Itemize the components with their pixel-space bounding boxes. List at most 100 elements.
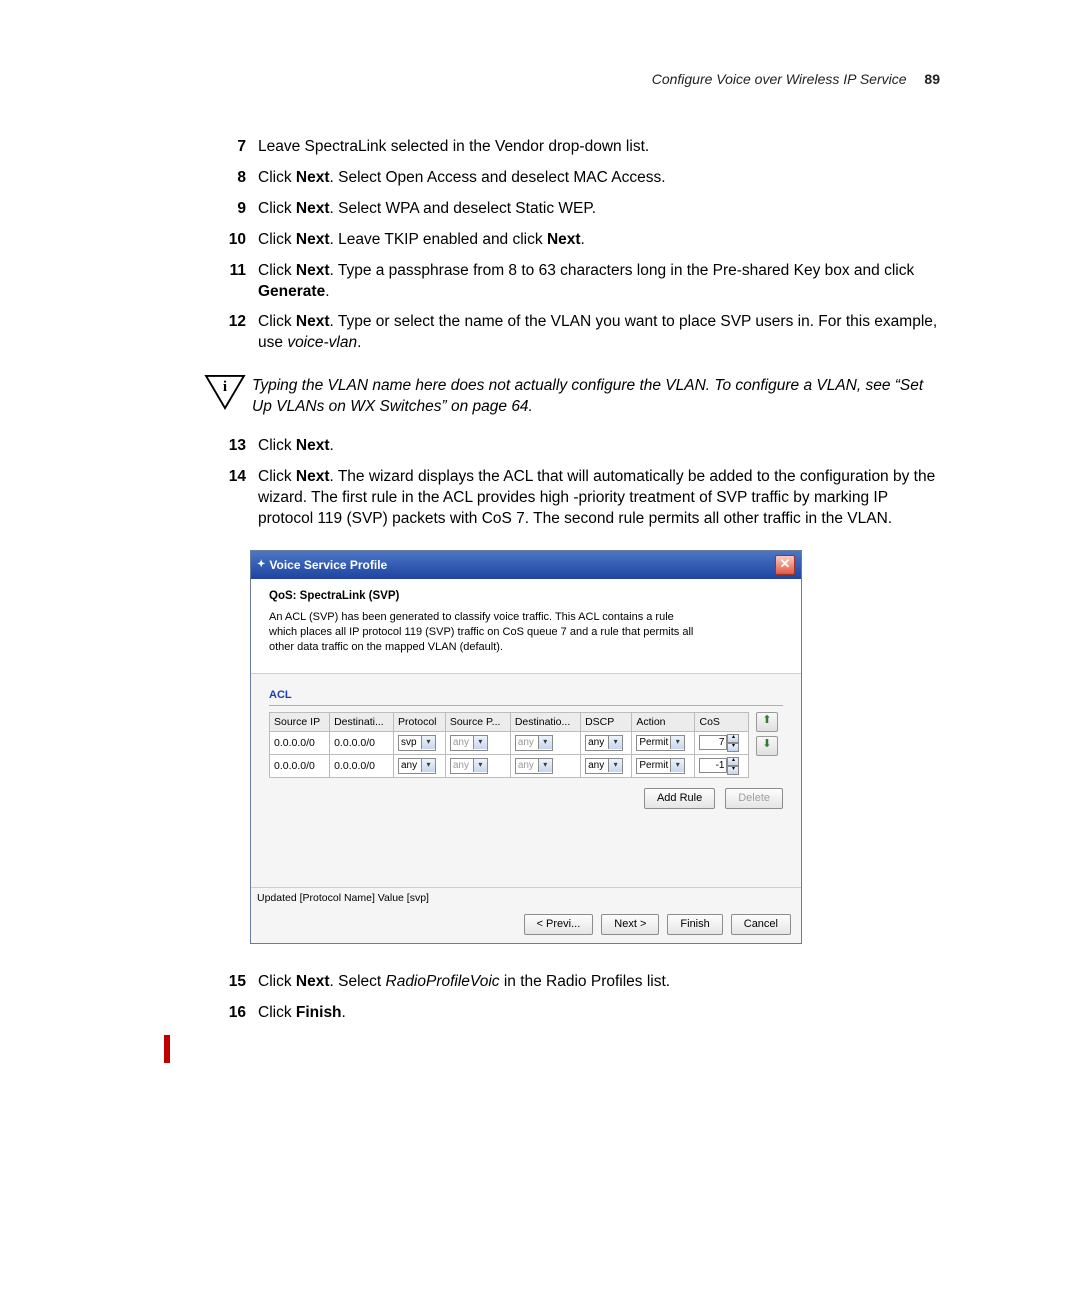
step-list-c: 15Click Next. Select RadioProfileVoic in… [180, 972, 940, 1024]
dst-ip-cell: 0.0.0.0/0 [330, 754, 394, 777]
note-text: Typing the VLAN name here does not actua… [252, 374, 940, 418]
combo-cell[interactable]: Permit▾ [636, 758, 685, 774]
header-title: Configure Voice over Wireless IP Service [652, 71, 907, 87]
step-number: 12 [180, 312, 258, 354]
cos-spinner[interactable]: 7▴▾ [699, 734, 739, 752]
chevron-down-icon[interactable]: ▾ [670, 736, 684, 749]
acl-column-header[interactable]: Destinatio... [510, 712, 580, 731]
step-number: 8 [180, 168, 258, 189]
acl-column-header[interactable]: Destinati... [330, 712, 394, 731]
chevron-down-icon[interactable]: ▾ [421, 736, 435, 749]
src-ip-cell: 0.0.0.0/0 [270, 754, 330, 777]
add-rule-button[interactable]: Add Rule [644, 788, 715, 809]
step-number: 10 [180, 230, 258, 251]
dialog-body: ACL Source IPDestinati...ProtocolSource … [251, 674, 801, 887]
src-port-cell[interactable]: any▾ [445, 754, 510, 777]
step-list-a: 7Leave SpectraLink selected in the Vendo… [180, 137, 940, 354]
chevron-down-icon[interactable]: ▾ [608, 736, 622, 749]
spin-down-icon[interactable]: ▾ [727, 766, 739, 775]
step-text: Click Next. [258, 436, 940, 457]
action-cell[interactable]: Permit▾ [632, 754, 695, 777]
chevron-down-icon[interactable]: ▾ [538, 736, 552, 749]
chevron-down-icon[interactable]: ▾ [473, 759, 487, 772]
acl-column-header[interactable]: Source P... [445, 712, 510, 731]
delete-button: Delete [725, 788, 783, 809]
step-list-b: 13Click Next.14Click Next. The wizard di… [180, 436, 940, 530]
combo-cell[interactable]: any▾ [585, 758, 623, 774]
action-cell[interactable]: Permit▾ [632, 731, 695, 754]
cos-cell[interactable]: -1▴▾ [695, 754, 749, 777]
step-number: 16 [180, 1003, 258, 1024]
step-text: Click Next. Select RadioProfileVoic in t… [258, 972, 940, 993]
combo-cell[interactable]: any▾ [398, 758, 436, 774]
chevron-down-icon[interactable]: ▾ [670, 759, 684, 772]
combo-cell[interactable]: Permit▾ [636, 735, 685, 751]
acl-column-header[interactable]: DSCP [581, 712, 632, 731]
step-row: 13Click Next. [180, 436, 940, 457]
previous-button[interactable]: < Previ... [524, 914, 594, 935]
dialog-titlebar[interactable]: ✦ Voice Service Profile ✕ [251, 551, 801, 579]
combo-cell[interactable]: svp▾ [398, 735, 436, 751]
src-port-cell[interactable]: any▾ [445, 731, 510, 754]
chevron-down-icon[interactable]: ▾ [473, 736, 487, 749]
step-text: Click Next. Select WPA and deselect Stat… [258, 199, 940, 220]
acl-column-header[interactable]: Protocol [394, 712, 446, 731]
move-down-button[interactable]: ⬇ [756, 736, 778, 756]
finish-button[interactable]: Finish [667, 914, 722, 935]
move-up-button[interactable]: ⬆ [756, 712, 778, 732]
combo-cell[interactable]: any▾ [515, 735, 553, 751]
dialog-footer: < Previ... Next > Finish Cancel [251, 908, 801, 943]
next-button[interactable]: Next > [601, 914, 659, 935]
step-text: Click Next. Leave TKIP enabled and click… [258, 230, 940, 251]
table-row[interactable]: 0.0.0.0/00.0.0.0/0any▾any▾any▾any▾Permit… [270, 754, 749, 777]
step-text: Click Next. Type a passphrase from 8 to … [258, 261, 940, 303]
dst-port-cell[interactable]: any▾ [510, 731, 580, 754]
combo-cell[interactable]: any▾ [585, 735, 623, 751]
dialog-title: Voice Service Profile [269, 557, 387, 573]
cos-cell[interactable]: 7▴▾ [695, 731, 749, 754]
step-row: 12Click Next. Type or select the name of… [180, 312, 940, 354]
combo-cell[interactable]: any▾ [450, 735, 488, 751]
chevron-down-icon[interactable]: ▾ [421, 759, 435, 772]
acl-column-header[interactable]: Action [632, 712, 695, 731]
info-icon: i [180, 374, 252, 418]
dst-port-cell[interactable]: any▾ [510, 754, 580, 777]
change-bar [164, 1035, 170, 1063]
step-text: Click Finish. [258, 1003, 940, 1024]
acl-section-header: ACL [269, 688, 783, 703]
spin-up-icon[interactable]: ▴ [727, 757, 739, 766]
cancel-button[interactable]: Cancel [731, 914, 791, 935]
close-icon[interactable]: ✕ [775, 555, 795, 575]
combo-cell[interactable]: any▾ [450, 758, 488, 774]
dscp-cell[interactable]: any▾ [581, 754, 632, 777]
protocol-cell[interactable]: any▾ [394, 754, 446, 777]
step-number: 15 [180, 972, 258, 993]
step-row: 9Click Next. Select WPA and deselect Sta… [180, 199, 940, 220]
step-text: Click Next. The wizard displays the ACL … [258, 467, 940, 530]
spin-up-icon[interactable]: ▴ [727, 734, 739, 743]
step-number: 11 [180, 261, 258, 303]
status-bar: Updated [Protocol Name] Value [svp] [251, 887, 801, 908]
note-row: i Typing the VLAN name here does not act… [180, 374, 940, 418]
src-ip-cell: 0.0.0.0/0 [270, 731, 330, 754]
dscp-cell[interactable]: any▾ [581, 731, 632, 754]
spin-down-icon[interactable]: ▾ [727, 743, 739, 752]
step-row: 16Click Finish. [180, 1003, 940, 1024]
chevron-down-icon[interactable]: ▾ [538, 759, 552, 772]
acl-column-header[interactable]: CoS [695, 712, 749, 731]
step-row: 11Click Next. Type a passphrase from 8 t… [180, 261, 940, 303]
acl-column-header[interactable]: Source IP [270, 712, 330, 731]
step-text: Click Next. Select Open Access and desel… [258, 168, 940, 189]
chevron-down-icon[interactable]: ▾ [608, 759, 622, 772]
cos-spinner[interactable]: -1▴▾ [699, 757, 739, 775]
protocol-cell[interactable]: svp▾ [394, 731, 446, 754]
dialog-subheader: QoS: SpectraLink (SVP) An ACL (SVP) has … [251, 579, 801, 674]
page-number: 89 [924, 71, 940, 87]
table-row[interactable]: 0.0.0.0/00.0.0.0/0svp▾any▾any▾any▾Permit… [270, 731, 749, 754]
step-row: 8Click Next. Select Open Access and dese… [180, 168, 940, 189]
dst-ip-cell: 0.0.0.0/0 [330, 731, 394, 754]
combo-cell[interactable]: any▾ [515, 758, 553, 774]
svg-text:i: i [223, 378, 227, 395]
step-text: Leave SpectraLink selected in the Vendor… [258, 137, 940, 158]
acl-table: Source IPDestinati...ProtocolSource P...… [269, 712, 749, 778]
